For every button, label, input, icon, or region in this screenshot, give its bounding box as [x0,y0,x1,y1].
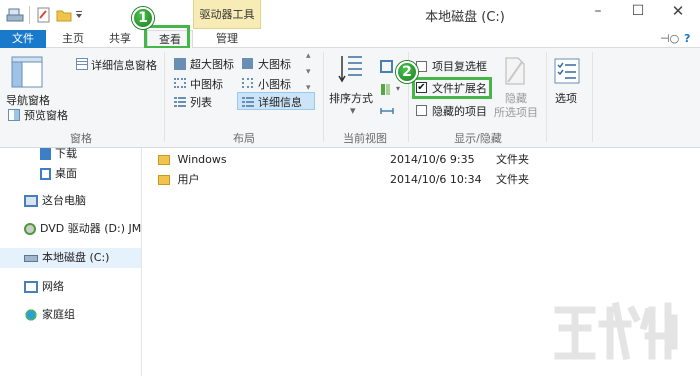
downloads-icon [40,148,51,160]
group-label-show-hide: 显示/隐藏 [454,132,502,145]
hidden-items-checkbox[interactable] [416,105,427,116]
ribbon-tab-bar: 文件 主页 共享 查看 管理 ⊣○ ? [0,25,700,49]
title-bar: 驱动器工具 本地磁盘 (C:) – ☐ ✕ [0,0,700,30]
dvd-drive-icon [24,223,36,235]
view-tab-highlight [144,25,190,49]
tab-view[interactable]: 查看 [144,25,193,49]
file-date: 2014/10/6 9:35 [390,153,475,166]
hide-selected-items-icon [505,57,525,85]
nav-item-desktop[interactable]: 桌面 [40,164,77,184]
item-checkboxes-label: 项目复选框 [432,60,487,73]
layout-medium-icons[interactable]: 中图标 [190,76,223,92]
tab-share[interactable]: 共享 [100,30,140,48]
nav-label: 下载 [55,147,77,160]
nav-item-dvd-drive[interactable]: DVD 驱动器 (D:) JM [24,219,141,239]
layout-details-selected[interactable]: 详细信息 [237,92,315,110]
large-icons-icon [242,58,253,69]
layout-scroll-icon[interactable]: ▴ ▾ ▾ [306,52,311,93]
preview-pane-button[interactable]: 预览窗格 [24,107,68,123]
ribbon: 导航窗格 ▾ 预览窗格 详细信息窗格 窗格 超大图标 大图标 中图标 小图标 列… [0,48,700,148]
file-extensions-label: 文件扩展名 [432,82,487,95]
callout-2: 2 [396,61,418,83]
file-name: Windows [177,153,227,166]
navigation-pane-icon [11,56,43,88]
add-columns-icon[interactable] [380,82,394,96]
customize-quick-access-icon[interactable] [74,7,84,23]
preview-pane-icon [8,109,20,121]
nav-item-local-disk[interactable]: 本地磁盘 (C:) [0,248,141,268]
file-extensions-checkbox[interactable]: ✔ [416,82,427,93]
group-separator [546,52,547,142]
callout-1: 1 [132,7,154,29]
nav-item-this-pc[interactable]: 这台电脑 [24,191,86,211]
hide-selected-items-label-2[interactable]: 所选项目 [494,104,538,120]
layout-small-icons[interactable]: 小图标 [258,76,291,92]
nav-label: 本地磁盘 (C:) [42,251,110,264]
size-columns-icon[interactable] [380,104,394,118]
nav-label: 家庭组 [42,308,75,321]
sort-by-dropdown-icon[interactable]: ▾ [350,104,356,117]
details-pane-button[interactable]: 详细信息窗格 [91,57,157,73]
minimize-button[interactable]: – [578,0,618,22]
group-separator [323,52,324,142]
close-button[interactable]: ✕ [658,0,698,22]
nav-item-homegroup[interactable]: 家庭组 [24,305,75,325]
nav-item-downloads[interactable]: 下载 [40,144,77,164]
layout-list[interactable]: 列表 [190,94,212,110]
drive-icon[interactable] [6,7,24,23]
details-icon [242,97,254,107]
group-separator [164,52,165,142]
nav-label: DVD 驱动器 (D:) JM [40,222,142,235]
file-type: 文件夹 [496,173,529,186]
quick-access-separator [29,6,30,24]
list-icon [174,97,186,107]
layout-details-label: 详细信息 [258,96,302,109]
network-icon [24,281,38,293]
homegroup-icon [24,309,38,321]
nav-label: 这台电脑 [42,194,86,207]
details-pane-icon [76,58,88,70]
folder-icon [158,155,170,165]
watermark-logo [554,301,678,361]
navigation-pane: 下载 桌面 这台电脑 DVD 驱动器 (D:) JM 本地磁盘 (C:) 网络 … [0,147,142,376]
file-name: 用户 [177,173,200,186]
nav-label: 网络 [42,280,64,293]
options-icon [554,58,580,84]
folder-icon [158,175,170,185]
small-icons-icon [242,78,253,88]
file-date: 2014/10/6 10:34 [390,173,482,186]
file-type: 文件夹 [496,153,529,166]
tab-home[interactable]: 主页 [53,30,93,48]
context-tab-drive-tools: 驱动器工具 [193,0,261,29]
group-label-current-view: 当前视图 [343,132,387,145]
tab-file[interactable]: 文件 [0,30,46,48]
file-row[interactable]: Windows 2014/10/6 9:35 文件夹 [158,150,529,170]
pin-ribbon-icon[interactable]: ⊣○ [660,32,679,45]
group-label-panes: 窗格 [70,132,92,145]
desktop-icon [40,168,51,180]
nav-label: 桌面 [55,167,77,180]
new-folder-icon[interactable] [56,7,72,23]
group-by-icon[interactable] [380,60,393,73]
local-disk-icon [24,254,38,262]
group-label-layout: 布局 [233,132,255,145]
help-icon[interactable]: ? [684,32,690,45]
group-separator [592,52,593,142]
nav-item-network[interactable]: 网络 [24,277,64,297]
medium-icons-icon [174,78,186,88]
layout-extra-large-icons[interactable]: 超大图标 [190,56,234,72]
sort-by-icon [338,56,362,83]
file-row[interactable]: 用户 2014/10/6 10:34 文件夹 [158,170,529,190]
extra-large-icons-icon [174,58,186,70]
layout-large-icons[interactable]: 大图标 [258,56,291,72]
properties-icon[interactable] [36,7,52,23]
maximize-button[interactable]: ☐ [618,0,658,22]
options-button[interactable]: 选项 [555,90,577,106]
tab-manage[interactable]: 管理 [193,30,261,48]
add-columns-dropdown-icon[interactable]: ▾ [396,84,400,93]
computer-icon [24,195,38,207]
window-title: 本地磁盘 (C:) [425,10,505,25]
hidden-items-label: 隐藏的项目 [432,105,487,118]
